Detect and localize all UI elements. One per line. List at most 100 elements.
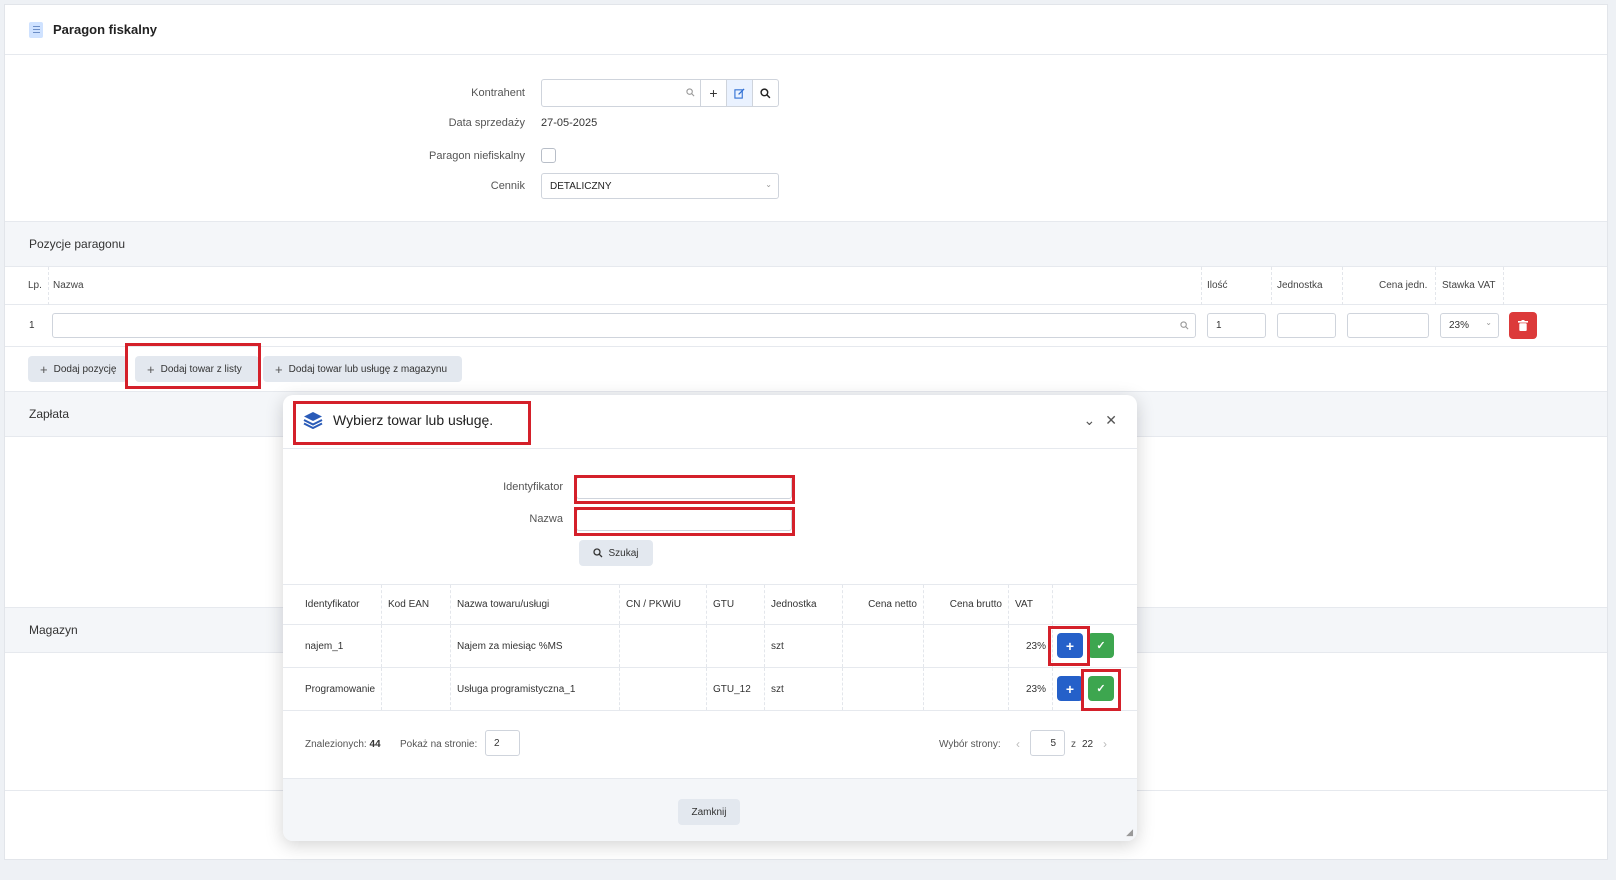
vat-select[interactable]: 23% ⌄ bbox=[1440, 313, 1499, 338]
edit-contractor-button[interactable] bbox=[726, 80, 752, 106]
pricelist-value: DETALICZNY bbox=[550, 180, 612, 192]
page-title: Paragon fiskalny bbox=[53, 22, 158, 37]
search-icon bbox=[760, 87, 771, 98]
identifier-label: Identyfikator bbox=[503, 481, 563, 493]
sale-date-row: Data sprzedaży 27-05-2025 bbox=[5, 117, 598, 129]
sale-date-value: 27-05-2025 bbox=[541, 117, 598, 129]
col-net-price: Cena netto bbox=[843, 585, 924, 624]
modal-controls: ⌄ ✕ bbox=[1084, 412, 1117, 429]
chevron-down-icon: ⌄ bbox=[1485, 318, 1492, 327]
add-from-list-label: Dodaj towar z listy bbox=[160, 363, 242, 375]
page-select-label: Wybór strony: bbox=[939, 739, 1001, 750]
positions-section-title: Pozycje paragonu bbox=[5, 221, 1607, 267]
col-gtu: GTU bbox=[707, 585, 765, 624]
unit-price-input[interactable] bbox=[1347, 313, 1429, 338]
select-product-modal: Wybierz towar lub usługę. ⌄ ✕ Identyfika… bbox=[283, 395, 1137, 841]
per-page-label: Pokaż na stronie: bbox=[400, 739, 478, 750]
table-row: 1 1 23% ⌄ bbox=[5, 305, 1607, 347]
prev-page-icon[interactable]: ‹ bbox=[1016, 737, 1020, 751]
add-position-label: Dodaj pozycję bbox=[53, 363, 117, 375]
search-contractor-button[interactable] bbox=[752, 80, 778, 106]
check-icon: ✓ bbox=[1096, 683, 1106, 695]
found-label: Znalezionych: bbox=[305, 739, 367, 750]
close-icon[interactable]: ✕ bbox=[1105, 412, 1117, 429]
chevron-down-icon[interactable]: ⌄ bbox=[1084, 412, 1096, 429]
layers-icon bbox=[303, 412, 323, 429]
check-icon: ✓ bbox=[1096, 640, 1106, 652]
row-gross-price bbox=[924, 668, 1009, 710]
search-button-label: Szukaj bbox=[608, 547, 639, 559]
next-page-icon[interactable]: › bbox=[1103, 737, 1107, 751]
col-unit: Jednostka bbox=[1277, 280, 1323, 291]
add-position-button[interactable]: + Dodaj pozycję bbox=[28, 356, 127, 382]
row-identifier: najem_1 bbox=[299, 625, 382, 667]
row-cn bbox=[620, 625, 707, 667]
search-icon bbox=[593, 548, 603, 558]
pricelist-select[interactable]: DETALICZNY ⌄ bbox=[541, 173, 779, 199]
identifier-input[interactable] bbox=[576, 477, 792, 499]
add-buttons-bar: + Dodaj pozycję + Dodaj towar z listy + … bbox=[5, 349, 1607, 391]
per-page-input[interactable]: 2 bbox=[485, 730, 520, 756]
row-vat: 23% bbox=[1009, 625, 1053, 667]
row-identifier: Programowanie bbox=[299, 668, 382, 710]
total-pages: 22 bbox=[1082, 739, 1094, 750]
close-button[interactable]: Zamknij bbox=[678, 799, 740, 825]
name-label: Nazwa bbox=[529, 513, 563, 525]
add-from-list-button[interactable]: + Dodaj towar z listy bbox=[135, 356, 259, 382]
add-from-warehouse-label: Dodaj towar lub usługę z magazynu bbox=[288, 363, 448, 375]
col-unit-price: Cena jedn. bbox=[1379, 280, 1428, 291]
search-icon bbox=[686, 88, 695, 97]
add-contractor-button[interactable]: + bbox=[700, 80, 726, 106]
modal-title-group: Wybierz towar lub usługę. bbox=[303, 411, 493, 429]
add-item-button[interactable]: + bbox=[1057, 633, 1083, 658]
products-table: Identyfikator Kod EAN Nazwa towaru/usług… bbox=[283, 585, 1137, 711]
products-table-header: Identyfikator Kod EAN Nazwa towaru/usług… bbox=[283, 585, 1137, 625]
row-lp: 1 bbox=[29, 320, 35, 331]
contractor-label: Kontrahent bbox=[471, 87, 525, 99]
row-gtu: GTU_12 bbox=[707, 668, 765, 710]
modal-search-form: Identyfikator Nazwa Szukaj bbox=[283, 449, 1137, 585]
sale-date-label: Data sprzedaży bbox=[448, 117, 525, 129]
unit-input[interactable] bbox=[1277, 313, 1336, 338]
quantity-input[interactable]: 1 bbox=[1207, 313, 1266, 338]
col-qty: Ilość bbox=[1207, 280, 1228, 291]
col-vat: VAT bbox=[1009, 585, 1053, 624]
row-ean bbox=[382, 625, 451, 667]
col-ean: Kod EAN bbox=[382, 585, 451, 624]
contractor-input[interactable] bbox=[542, 80, 700, 106]
col-cn-pkwiu: CN / PKWiU bbox=[620, 585, 707, 624]
vat-value: 23% bbox=[1449, 320, 1470, 331]
positions-table: Lp. Nazwa Ilość Jednostka Cena jedn. Sta… bbox=[5, 267, 1607, 349]
select-item-button[interactable]: ✓ bbox=[1088, 676, 1114, 701]
row-gross-price bbox=[924, 625, 1009, 667]
add-item-button[interactable]: + bbox=[1057, 676, 1083, 701]
search-button[interactable]: Szukaj bbox=[579, 540, 653, 566]
nonfiscal-checkbox[interactable] bbox=[541, 148, 556, 163]
row-net-price bbox=[843, 668, 924, 710]
edit-icon bbox=[734, 87, 745, 99]
col-product-name: Nazwa towaru/usługi bbox=[451, 585, 620, 624]
select-item-button[interactable]: ✓ bbox=[1088, 633, 1114, 658]
delete-row-button[interactable] bbox=[1509, 312, 1537, 339]
receipt-form: Kontrahent + Data sprzedaży 27-05-2025 P… bbox=[5, 55, 1607, 221]
resize-handle-icon[interactable]: ◢ bbox=[1126, 827, 1133, 838]
table-row: Programowanie Usługa programistyczna_1 G… bbox=[283, 668, 1137, 711]
pagination: Znalezionych: 44 Pokaż na stronie: 2 Wyb… bbox=[283, 725, 1137, 777]
positions-header: Lp. Nazwa Ilość Jednostka Cena jedn. Sta… bbox=[5, 267, 1607, 305]
modal-footer: Zamknij ◢ bbox=[283, 778, 1137, 841]
col-gross-price: Cena brutto bbox=[924, 585, 1009, 624]
plus-icon: + bbox=[1065, 680, 1075, 697]
modal-header: Wybierz towar lub usługę. ⌄ ✕ bbox=[283, 395, 1137, 449]
plus-icon: + bbox=[147, 361, 155, 377]
found-count: Znalezionych: 44 bbox=[305, 739, 381, 750]
pricelist-row: Cennik DETALICZNY ⌄ bbox=[5, 173, 779, 199]
position-name-input[interactable] bbox=[52, 313, 1196, 338]
current-page-input[interactable]: 5 bbox=[1030, 730, 1065, 756]
table-row: najem_1 Najem za miesiąc %MS szt 23% + ✓ bbox=[283, 625, 1137, 668]
found-value: 44 bbox=[369, 739, 381, 750]
add-from-warehouse-button[interactable]: + Dodaj towar lub usługę z magazynu bbox=[263, 356, 462, 382]
name-input[interactable] bbox=[576, 509, 792, 531]
modal-title: Wybierz towar lub usługę. bbox=[333, 412, 494, 428]
plus-icon: + bbox=[275, 361, 283, 377]
page-header: Paragon fiskalny bbox=[5, 5, 1607, 55]
